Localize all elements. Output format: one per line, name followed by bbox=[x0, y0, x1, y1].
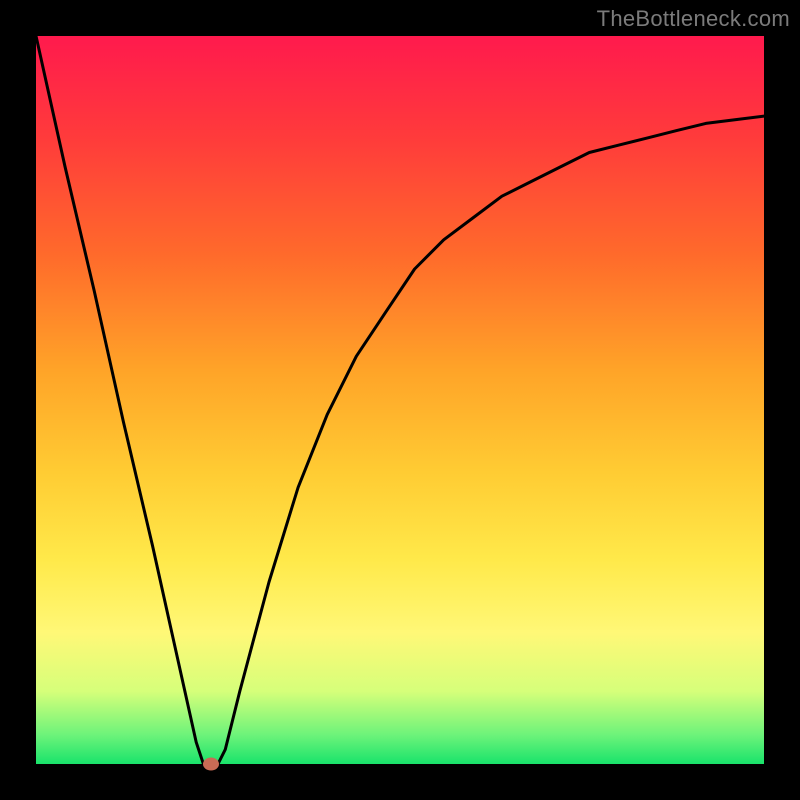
chart-stage: TheBottleneck.com bbox=[0, 0, 800, 800]
plot-area bbox=[36, 36, 764, 764]
attribution-label: TheBottleneck.com bbox=[597, 6, 790, 32]
optimum-marker bbox=[203, 758, 219, 771]
bottleneck-curve bbox=[36, 36, 764, 764]
curve-path bbox=[36, 36, 764, 764]
